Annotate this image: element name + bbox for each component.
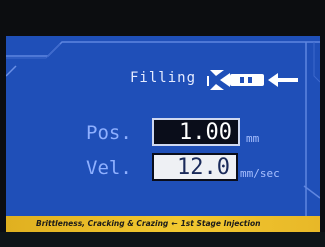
- position-label: Pos.: [86, 122, 132, 144]
- caption-right: 1st Stage Injection: [180, 219, 261, 228]
- position-unit: mm: [246, 132, 260, 145]
- position-value-field[interactable]: 1.00: [152, 118, 240, 146]
- injection-arrow-icon: [207, 70, 298, 90]
- caption-banner: Brittleness, Cracking & Crazing ← 1st Stag…: [6, 216, 320, 232]
- caption-left: Brittleness, Cracking & Crazing: [36, 219, 169, 228]
- monitor-bezel-bottom: [0, 232, 325, 247]
- monitor-bezel-top: [0, 0, 325, 36]
- caption-arrow-icon: ←: [171, 219, 178, 228]
- velocity-unit: mm/sec: [240, 167, 280, 180]
- mode-label: Filling: [130, 70, 197, 86]
- velocity-value-field[interactable]: 12.0: [152, 153, 238, 181]
- machine-display-screen: Filling Pos. 1.00 mm Vel. 12.0 mm/sec Br…: [6, 36, 320, 232]
- velocity-label: Vel.: [86, 157, 132, 179]
